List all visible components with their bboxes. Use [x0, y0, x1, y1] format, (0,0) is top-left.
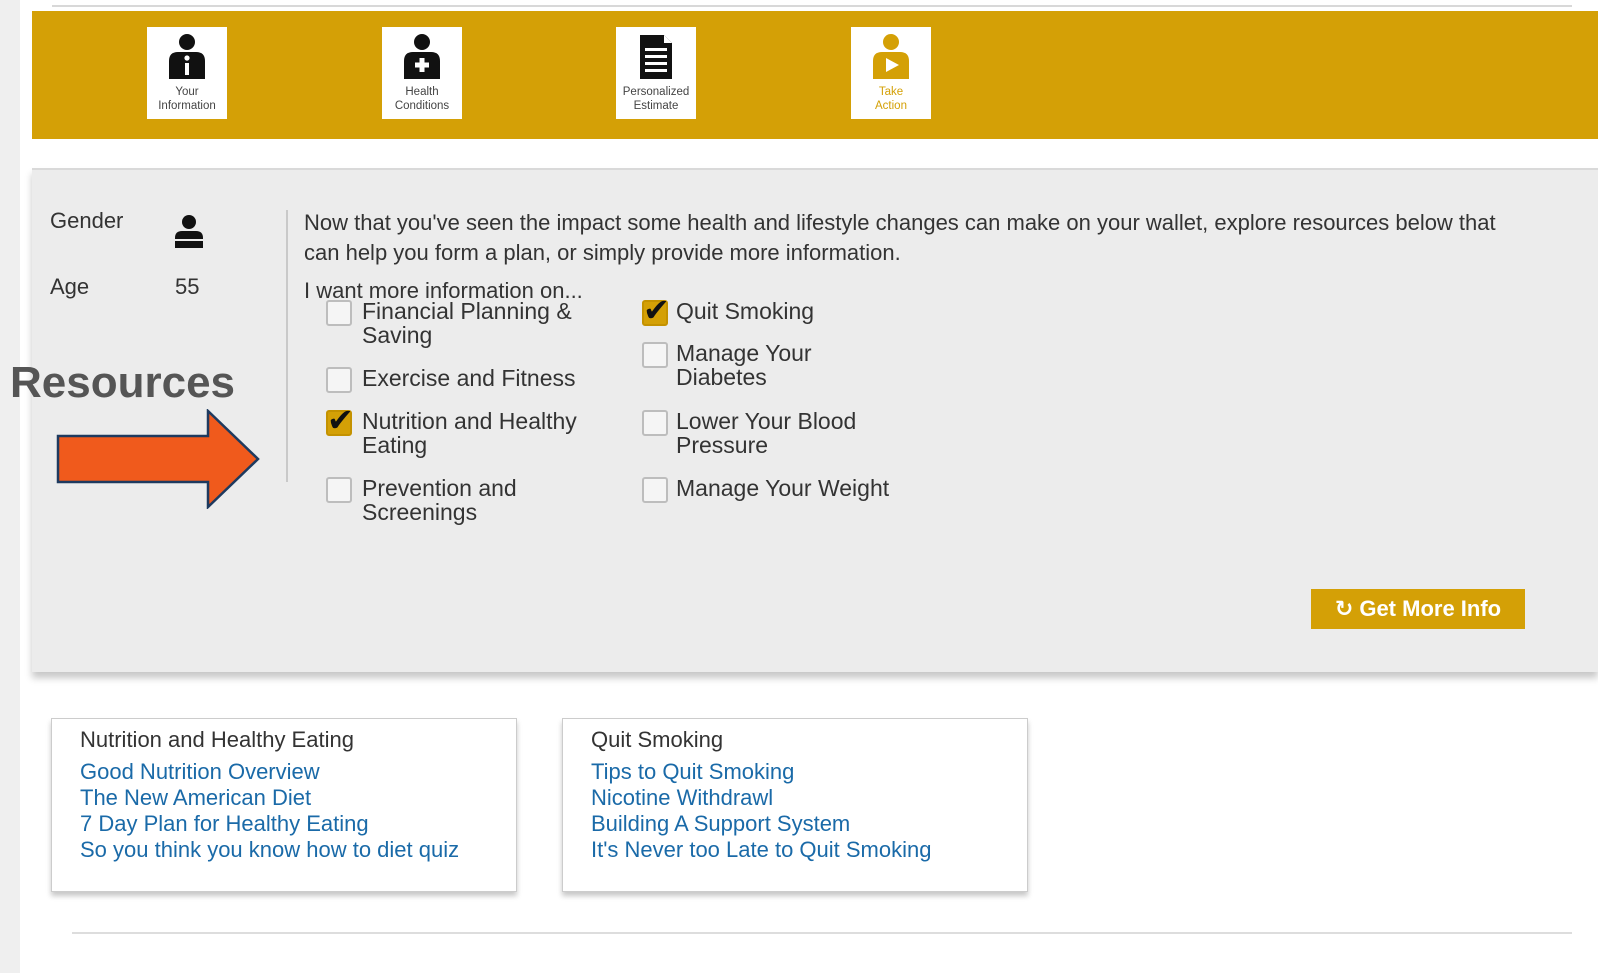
option-label: Quit Smoking — [676, 298, 815, 324]
checkmark-icon: ✔ — [327, 402, 354, 438]
step-label: Personalized Estimate — [622, 86, 690, 112]
checkbox-checked[interactable]: ✔ — [642, 294, 670, 326]
resources-annotation-title: Resources — [10, 358, 236, 407]
bottom-divider — [72, 932, 1572, 934]
checkbox[interactable] — [642, 410, 668, 436]
resource-link[interactable]: Good Nutrition Overview — [80, 759, 459, 785]
info-person-icon — [169, 34, 205, 79]
top-divider — [52, 5, 1572, 7]
step-take-action[interactable]: Take Action — [851, 27, 931, 119]
checkbox[interactable] — [326, 300, 352, 326]
resource-link[interactable]: So you think you know how to diet quiz — [80, 837, 459, 863]
resource-link[interactable]: It's Never too Late to Quit Smoking — [591, 837, 931, 863]
gender-label: Gender — [50, 208, 124, 233]
resource-box-title: Nutrition and Healthy Eating — [80, 727, 354, 752]
checkbox[interactable] — [326, 367, 352, 393]
step-navigation-bar: Your Information Health Conditions Perso… — [32, 11, 1598, 139]
resource-link[interactable]: 7 Day Plan for Healthy Eating — [80, 811, 459, 837]
option-label: Exercise and Fitness — [362, 365, 576, 391]
checkmark-icon: ✔ — [643, 292, 670, 328]
step-personalized-estimate[interactable]: Personalized Estimate — [616, 27, 696, 119]
option-label: Financial Planning & Saving — [362, 298, 572, 348]
left-rail — [0, 0, 20, 973]
resource-box-nutrition: Nutrition and Healthy Eating Good Nutrit… — [51, 718, 517, 892]
option-label: Manage Your Diabetes — [676, 340, 812, 390]
checkbox-checked[interactable]: ✔ — [326, 404, 354, 436]
resource-link-list: Tips to Quit Smoking Nicotine Withdrawl … — [591, 759, 931, 863]
step-label: Take Action — [875, 86, 907, 112]
get-more-info-label: Get More Info — [1359, 596, 1502, 621]
vertical-divider — [286, 210, 288, 482]
option-label: Prevention and Screenings — [362, 475, 517, 525]
resource-link[interactable]: Tips to Quit Smoking — [591, 759, 931, 785]
step-your-information[interactable]: Your Information — [147, 27, 227, 119]
resource-link[interactable]: Building A Support System — [591, 811, 931, 837]
play-person-icon — [873, 34, 909, 79]
health-person-icon — [404, 34, 440, 79]
resource-link[interactable]: Nicotine Withdrawl — [591, 785, 931, 811]
refresh-icon: ↻ — [1334, 596, 1354, 621]
age-label: Age — [50, 274, 90, 299]
checkbox[interactable] — [642, 342, 668, 368]
step-label: Your Information — [158, 86, 216, 112]
option-label: Nutrition and Healthy Eating — [362, 408, 577, 458]
document-icon — [640, 35, 672, 79]
checkbox[interactable] — [642, 477, 668, 503]
gender-person-icon — [175, 215, 203, 248]
age-value: 55 — [175, 274, 200, 299]
resource-link[interactable]: The New American Diet — [80, 785, 459, 811]
resource-box-title: Quit Smoking — [591, 727, 724, 752]
intro-text: Now that you've seen the impact some hea… — [304, 210, 1496, 265]
get-more-info-button[interactable]: ↻ Get More Info — [1311, 589, 1525, 629]
option-label: Lower Your Blood Pressure — [676, 408, 857, 458]
resource-box-quit-smoking: Quit Smoking Tips to Quit Smoking Nicoti… — [562, 718, 1028, 892]
step-label: Health Conditions — [394, 86, 450, 112]
resource-link-list: Good Nutrition Overview The New American… — [80, 759, 459, 863]
step-health-conditions[interactable]: Health Conditions — [382, 27, 462, 119]
annotation-arrow — [56, 409, 260, 509]
checkbox[interactable] — [326, 477, 352, 503]
option-label: Manage Your Weight — [676, 475, 890, 501]
resources-panel: Gender Age 55 Resources Now that you've … — [10, 168, 1598, 672]
